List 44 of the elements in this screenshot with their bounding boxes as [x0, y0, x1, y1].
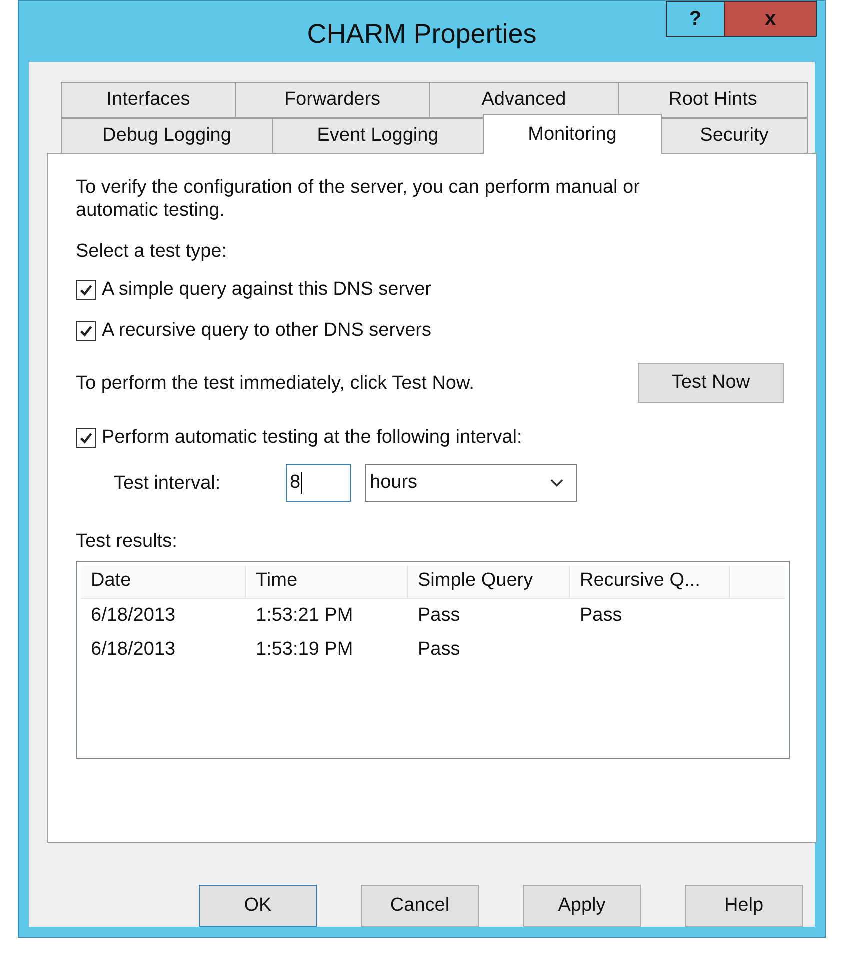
tab[interactable]: Security	[661, 118, 808, 154]
tab[interactable]: Debug Logging	[61, 118, 273, 154]
chevron-down-icon	[550, 478, 564, 488]
interval-field[interactable]: 8	[286, 464, 351, 502]
table-cell: Pass	[418, 605, 460, 626]
checkmark-icon	[79, 324, 93, 338]
checkbox-label: A simple query against this DNS server	[102, 278, 432, 301]
checkbox-label: Perform automatic testing at the following interval:	[102, 426, 522, 449]
tab[interactable]: Advanced	[429, 82, 619, 118]
dialog-button[interactable]: Help	[685, 885, 803, 927]
tab[interactable]: Interfaces	[61, 82, 236, 118]
unit-dropdown[interactable]: hours	[365, 464, 577, 502]
column-header[interactable]: Date	[81, 566, 246, 598]
tab[interactable]: Event Logging	[272, 118, 484, 154]
checkmark-icon	[79, 430, 93, 444]
tab[interactable]: Forwarders	[235, 82, 430, 118]
tab[interactable]: Monitoring	[483, 114, 662, 154]
dialog-button[interactable]: OK	[199, 885, 317, 927]
column-header[interactable]: Time	[246, 566, 408, 598]
results-label: Test results:	[76, 530, 178, 553]
test-now-button[interactable]: Test Now	[638, 363, 784, 403]
checkbox[interactable]	[76, 280, 96, 300]
test-now-text: To perform the test immediately, click Test Now.	[76, 372, 474, 394]
intro-text: To verify the configuration of the server, you can perform manual or automatic testing.	[76, 176, 641, 222]
dialog-button[interactable]: Apply	[523, 885, 641, 927]
column-header[interactable]: Simple Query	[408, 566, 570, 598]
dialog-button[interactable]: Cancel	[361, 885, 479, 927]
checkbox-label: A recursive query to other DNS servers	[102, 319, 432, 342]
column-header[interactable]: Recursive Q...	[570, 566, 730, 598]
checkbox[interactable]	[76, 320, 96, 340]
close-button[interactable]: x	[724, 1, 817, 37]
tab[interactable]: Root Hints	[618, 82, 808, 118]
window-title: CHARM Properties	[307, 19, 537, 50]
help-button[interactable]: ?	[666, 1, 724, 37]
table-cell: 6/18/2013	[91, 639, 176, 660]
table-cell: 1:53:21 PM	[256, 605, 354, 626]
table-cell: 1:53:19 PM	[256, 639, 354, 660]
checkmark-icon	[79, 282, 93, 296]
test-type-label: Select a test type:	[76, 240, 228, 263]
checkbox[interactable]	[76, 428, 96, 448]
table-cell: Pass	[418, 639, 460, 660]
interval-label: Test interval:	[113, 472, 222, 494]
table-cell: Pass	[580, 605, 622, 626]
table-cell: 6/18/2013	[91, 605, 176, 626]
